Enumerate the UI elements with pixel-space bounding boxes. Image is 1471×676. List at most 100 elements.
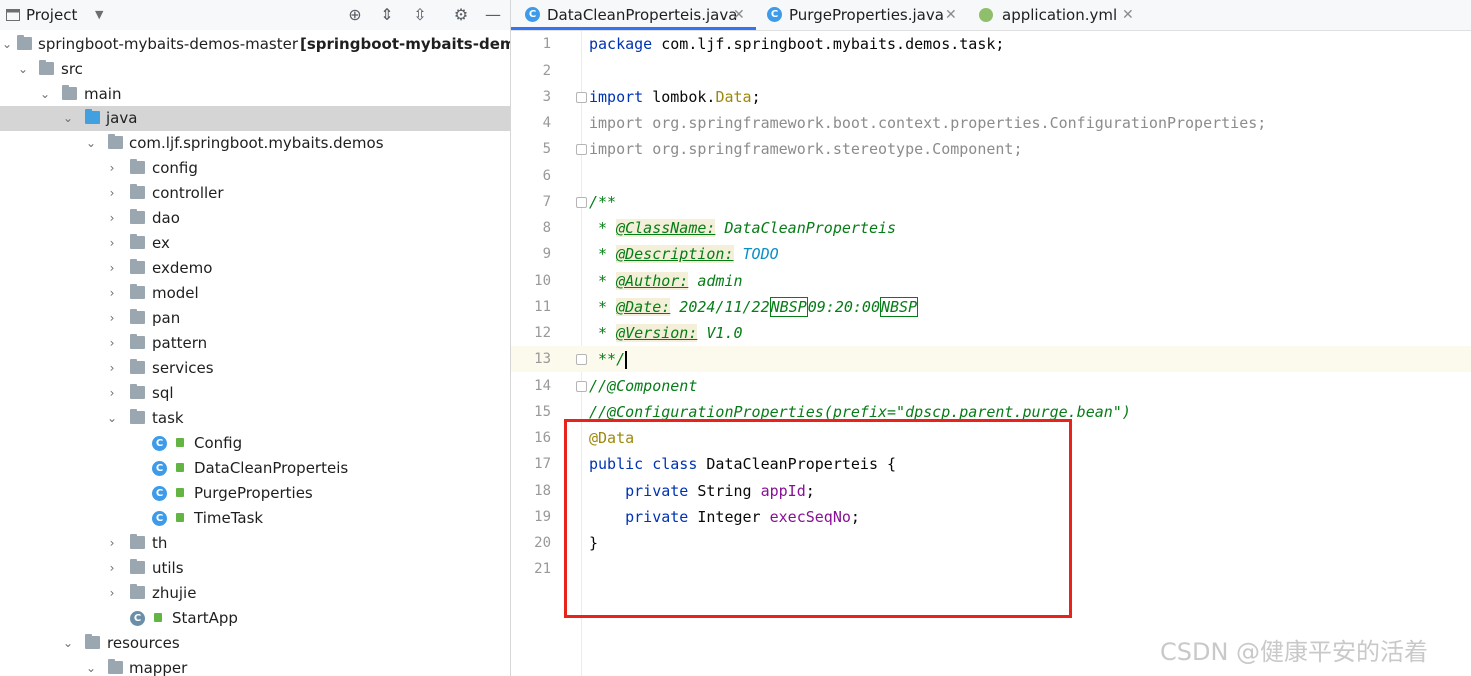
tree-item-module[interactable]: ⌄ springboot-mybaits-demos-master [sprin… [0,32,510,57]
chevron-right-icon[interactable]: › [105,331,119,356]
line-number: 5 [542,141,551,157]
chevron-right-icon[interactable]: › [105,231,119,256]
editor-tab-bar: C DataCleanProperteis.java ✕ C PurgeProp… [511,0,1471,31]
tree-item-resources[interactable]: ⌄ resources [0,631,510,656]
folder-icon [62,85,77,100]
tree-item-pan[interactable]: › pan [0,306,510,331]
code-line[interactable]: * @Version: V1.0 [589,320,743,346]
code-line[interactable]: import lombok.Data; [589,84,761,110]
class-icon: C [152,436,167,451]
tab-label: application.yml [1002,6,1118,24]
tree-item-exdemo[interactable]: › exdemo [0,256,510,281]
code-token: * [589,298,617,316]
close-icon[interactable]: ✕ [733,0,745,30]
line-number: 19 [534,509,551,525]
tree-item-task[interactable]: ⌄ task [0,406,510,431]
code-line[interactable]: import org.springframework.stereotype.Co… [589,136,1022,162]
tab-label: DataCleanProperteis.java [547,6,738,24]
tree-item-class-timetask[interactable]: C TimeTask [0,506,510,531]
chevron-down-icon[interactable]: ⌄ [105,406,119,431]
tree-item-label: dao [152,209,180,227]
line-number: 15 [534,404,551,420]
tree-item-label: DataCleanProperteis [194,459,349,477]
code-line[interactable]: import org.springframework.boot.context.… [589,110,1266,136]
yaml-icon [979,8,993,22]
close-icon[interactable]: ✕ [945,0,957,30]
chevron-right-icon[interactable]: › [105,531,119,556]
class-icon: C [152,486,167,501]
tree-item-class-datacleanproperteis[interactable]: C DataCleanProperteis [0,456,510,481]
tree-item-mapper[interactable]: ⌄ mapper [0,656,510,676]
tree-item-class-purgeproperties[interactable]: C PurgeProperties [0,481,510,506]
tree-item-pattern[interactable]: › pattern [0,331,510,356]
tree-item-label: config [152,159,198,177]
code-token: admin [688,272,743,290]
tab-datacleanproperteis[interactable]: C DataCleanProperteis.java ✕ [511,0,756,30]
code-line[interactable]: package com.ljf.springboot.mybaits.demos… [589,31,1004,57]
tree-item-services[interactable]: › services [0,356,510,381]
resources-folder-icon [85,634,100,649]
current-line-highlight [511,346,1471,372]
code-line[interactable]: * @ClassName: DataCleanProperteis [589,215,896,241]
tree-item-main[interactable]: ⌄ main [0,82,510,107]
tree-item-ex[interactable]: › ex [0,231,510,256]
collapse-all-icon[interactable]: ⇳ [410,5,430,25]
fold-icon[interactable] [576,381,587,392]
chevron-down-icon[interactable]: ⌄ [84,656,98,676]
gear-icon[interactable]: ⚙ [451,5,471,25]
tree-item-sql[interactable]: › sql [0,381,510,406]
locate-icon[interactable]: ⊕ [345,5,365,25]
code-line[interactable]: /** [589,189,616,215]
tree-item-zhujie[interactable]: › zhujie [0,581,510,606]
tree-item-utils[interactable]: › utils [0,556,510,581]
chevron-right-icon[interactable]: › [105,206,119,231]
tree-item-src[interactable]: ⌄ src [0,57,510,82]
chevron-down-icon[interactable]: ⌄ [61,106,75,131]
code-line[interactable]: * @Author: admin [589,268,743,294]
chevron-right-icon[interactable]: › [105,156,119,181]
code-line[interactable]: //@Component [589,373,697,399]
fold-icon[interactable] [576,197,587,208]
fold-icon[interactable] [576,92,587,103]
chevron-right-icon[interactable]: › [105,256,119,281]
lock-icon [176,463,184,472]
fold-icon[interactable] [576,144,587,155]
tree-item-class-startapp[interactable]: C StartApp [0,606,510,631]
tree-item-controller[interactable]: › controller [0,181,510,206]
lock-icon [154,613,162,622]
project-view-title[interactable]: Project [26,0,77,30]
chevron-right-icon[interactable]: › [105,181,119,206]
chevron-right-icon[interactable]: › [105,381,119,406]
tree-item-config[interactable]: › config [0,156,510,181]
chevron-down-icon[interactable]: ⌄ [84,131,98,156]
chevron-down-icon[interactable]: ⌄ [16,57,30,82]
tab-application-yml[interactable]: application.yml ✕ [973,0,1143,30]
tree-item-th[interactable]: › th [0,531,510,556]
chevron-right-icon[interactable]: › [105,281,119,306]
chevron-down-icon[interactable]: ⌄ [61,631,75,656]
minimize-icon[interactable]: — [483,5,503,25]
expand-all-icon[interactable]: ⇕ [377,5,397,25]
close-icon[interactable]: ✕ [1122,0,1134,30]
tree-item-java[interactable]: ⌄ java [0,106,510,131]
tree-item-model[interactable]: › model [0,281,510,306]
chevron-right-icon[interactable]: › [105,306,119,331]
tree-item-class-config[interactable]: C Config [0,431,510,456]
chevron-right-icon[interactable]: › [105,556,119,581]
chevron-down-icon[interactable]: ▼ [95,0,103,30]
tree-item-dao[interactable]: › dao [0,206,510,231]
chevron-right-icon[interactable]: › [105,581,119,606]
code-line[interactable]: **/ [589,346,628,372]
code-line[interactable]: * @Date: 2024/11/22NBSP09:20:00NBSP [589,294,919,320]
code-token: lombok. [643,88,716,106]
chevron-down-icon[interactable]: ⌄ [38,82,52,107]
tree-item-package-root[interactable]: ⌄ com.ljf.springboot.mybaits.demos [0,131,510,156]
line-number: 12 [534,325,551,341]
tree-item-label: services [152,359,214,377]
tab-purgeproperties[interactable]: C PurgeProperties.java ✕ [761,0,966,30]
chevron-down-icon[interactable]: ⌄ [0,32,14,57]
code-line[interactable]: * @Description: TODO [589,241,779,267]
fold-icon[interactable] [576,354,587,365]
package-icon [130,159,145,174]
chevron-right-icon[interactable]: › [105,356,119,381]
